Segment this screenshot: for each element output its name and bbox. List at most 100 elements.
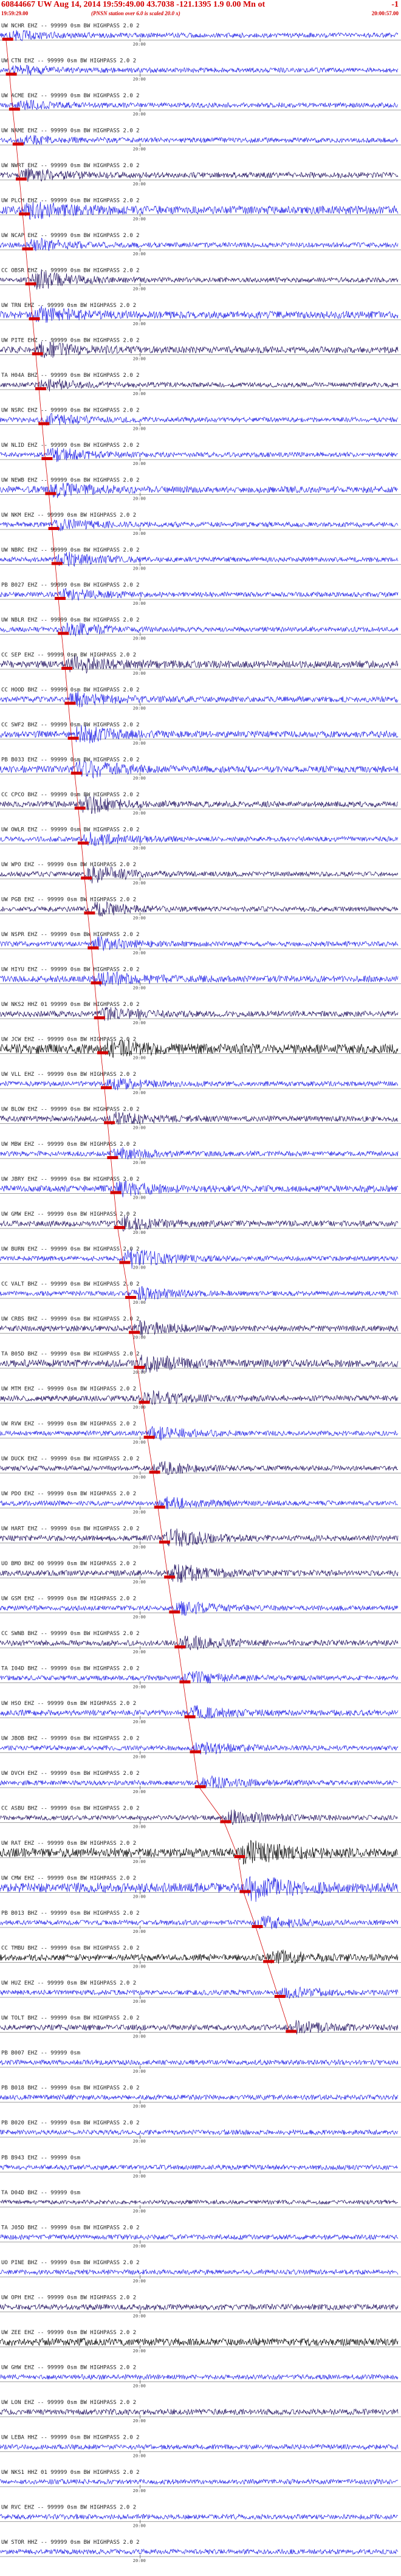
waveform-trace <box>0 2374 399 2380</box>
time-mark-label: 20:00 <box>133 1405 146 1410</box>
time-mark-label: 20:00 <box>133 1580 146 1585</box>
station-label: UW CMW EHZ -- 99999 0sm BW HIGHPASS 2.0 … <box>1 1876 136 1882</box>
time-mark-label: 20:00 <box>133 2279 146 2284</box>
time-mark-label: 20:00 <box>133 1056 146 1061</box>
time-mark-label: 20:00 <box>133 1545 146 1550</box>
waveform-trace <box>0 30 399 41</box>
pick-marker <box>61 667 73 670</box>
time-mark-label: 20:00 <box>133 357 146 362</box>
station-label: UW PITE EHZ -- 99999 0sm BW HIGHPASS 2.0… <box>1 338 140 344</box>
pick-marker <box>107 1156 118 1159</box>
time-mark-label: 20:00 <box>133 2349 146 2354</box>
waveform-trace <box>0 1949 399 1965</box>
time-mark-label: 20:00 <box>133 776 146 781</box>
pick-marker <box>125 1296 137 1299</box>
pick-marker <box>263 1960 275 1963</box>
station-label: UO PINE BHZ -- 99999 0sm BW HIGHPASS 2.0… <box>1 2260 140 2266</box>
pick-marker <box>179 1680 191 1684</box>
station-label: UW NCHR EHZ -- 99999 0sm BW HIGHPASS 2.0… <box>1 23 140 29</box>
time-mark-label: 20:00 <box>133 1090 146 1095</box>
pick-marker <box>58 632 69 635</box>
waveform-trace <box>0 2443 399 2450</box>
pick-marker <box>67 737 79 740</box>
station-label: UW NLID EHZ -- 99999 0sm BW HIGHPASS 2.0… <box>1 443 140 449</box>
station-label: CC HOOD BHZ -- 99999 0sm BW HIGHPASS 2.0… <box>1 687 140 694</box>
station-label: UW JBRY EHZ -- 99999 0sm BW HIGHPASS 2.0… <box>1 1177 140 1183</box>
waveform-trace <box>0 135 399 145</box>
station-label: UW VLL EHZ -- 99999 0sm BW HIGHPASS 2.0 … <box>1 1072 136 1078</box>
pick-marker <box>2 38 13 41</box>
station-label: CC TMBU BHZ -- 99999 0sm BW HIGHPASS 2.0… <box>1 1946 140 1952</box>
time-mark-label: 20:00 <box>133 986 146 991</box>
time-mark-label: 20:00 <box>133 601 146 606</box>
pick-marker <box>114 1226 125 1229</box>
time-mark-label: 20:00 <box>133 1999 146 2004</box>
pick-marker <box>110 1191 122 1194</box>
waveform-trace <box>0 1147 399 1160</box>
pick-marker <box>94 1016 105 1019</box>
waveform-trace <box>0 1180 399 1197</box>
station-label: UW STOR HHZ -- 99999 0sm BW HIGHPASS 2.0… <box>1 2540 140 2546</box>
pick-marker <box>74 807 86 810</box>
station-label: PB B007 EHZ -- 99999 0sm <box>1 2050 80 2056</box>
station-label: PB B020 EHZ -- 99999 0sm BW HIGHPASS 2.0… <box>1 2120 140 2126</box>
time-mark-label: 20:00 <box>133 1021 146 1025</box>
pick-marker <box>77 841 89 845</box>
pick-marker <box>41 457 53 460</box>
time-mark-label: 20:00 <box>133 846 146 851</box>
station-label: UW DUCK EHZ -- 99999 0sm BW HIGHPASS 2.0… <box>1 1456 140 1462</box>
waveform-trace <box>0 901 399 917</box>
station-label: UW LEBA HHZ -- 99999 0sm BW HIGHPASS 2.0… <box>1 2435 140 2441</box>
time-mark-label: 20:00 <box>133 881 146 886</box>
time-mark-label: 20:00 <box>133 77 146 82</box>
pick-marker <box>16 177 27 181</box>
pick-marker <box>174 1645 186 1648</box>
station-label: UW PGB EHZ -- 99999 0sm BW HIGHPASS 2.0 … <box>1 897 136 903</box>
station-label: CC VALT BHZ -- 99999 0sm BW HIGHPASS 2.0… <box>1 1281 140 1287</box>
station-label: UW NAME EHZ -- 99999 0sm BW HIGHPASS 2.0… <box>1 128 140 134</box>
station-label: TA B05D BHZ -- 99999 0sm BW HIGHPASS 2.0… <box>1 1351 140 1357</box>
pick-marker <box>38 422 50 425</box>
time-mark-label: 20:00 <box>133 217 146 222</box>
waveform-trace <box>0 1320 399 1337</box>
waveform-trace <box>0 238 399 252</box>
pick-marker <box>9 108 20 111</box>
time-mark-label: 20:00 <box>133 322 146 326</box>
station-label: UW MTM EHZ -- 99999 0sm BW HIGHPASS 2.0 … <box>1 1386 136 1393</box>
pick-marker <box>159 1540 170 1544</box>
pick-marker <box>134 1366 145 1369</box>
time-mark-label: 20:00 <box>133 147 146 152</box>
station-label: TA I04D BHZ -- 99999 0sm BW HIGHPASS 2.0… <box>1 1666 140 1672</box>
station-label: UW HART EHZ -- 99999 0sm BW HIGHPASS 2.0… <box>1 1526 140 1532</box>
station-label: UO BMO BHZ 00 99999 0sm BW HIGHPASS 2.0 … <box>1 1561 136 1567</box>
waveform-trace <box>0 1216 399 1232</box>
pick-marker <box>286 2030 297 2033</box>
time-mark-label: 20:00 <box>133 252 146 257</box>
pick-marker <box>143 1436 155 1439</box>
waveform-trace <box>0 1601 399 1616</box>
pick-marker <box>81 876 92 880</box>
time-mark-label: 20:00 <box>133 427 146 432</box>
waveform-trace <box>0 2408 399 2416</box>
waveform-trace <box>0 832 399 847</box>
waveform-trace <box>0 1705 399 1719</box>
pick-marker <box>194 1785 206 1788</box>
pick-marker <box>100 1086 112 1089</box>
station-label: UW NKS2 HHZ 01 99999 0sm BW HIGHPASS 2.0… <box>1 1002 140 1008</box>
station-label: UW LON EHZ -- 99999 0sm BW HIGHPASS 2.0 … <box>1 2400 136 2406</box>
pick-marker <box>104 1121 115 1124</box>
time-mark-label: 20:00 <box>133 1720 146 1724</box>
station-label: UW HUZ EHZ -- 99999 0sm BW HIGHPASS 2.0 … <box>1 1980 136 1986</box>
station-label: UW DVCH EHZ -- 99999 0sm BW HIGHPASS 2.0… <box>1 1771 140 1777</box>
time-mark-label: 20:00 <box>133 287 146 292</box>
station-label: UW NBLR EHZ -- 99999 0sm BW HIGHPASS 2.0… <box>1 618 140 624</box>
pick-marker <box>5 72 17 76</box>
station-label: UW NCAP EHZ -- 99999 0sm BW HIGHPASS 2.0… <box>1 233 140 239</box>
pick-marker <box>55 597 66 600</box>
station-label: TA H04A BHZ -- 99999 0sm BW HIGHPASS 2.0… <box>1 373 140 379</box>
station-label: CC SWNB BHZ -- 99999 0sm BW HIGHPASS 2.0… <box>1 1631 140 1637</box>
pick-marker <box>119 1261 131 1264</box>
time-mark-label: 20:00 <box>133 1300 146 1305</box>
station-label: UW NWRT EHZ -- 99999 0sm BW HIGHPASS 2.0… <box>1 163 140 169</box>
station-label: UW ZEE EHZ -- 99999 0sm BW HIGHPASS 2.0 … <box>1 2330 136 2336</box>
